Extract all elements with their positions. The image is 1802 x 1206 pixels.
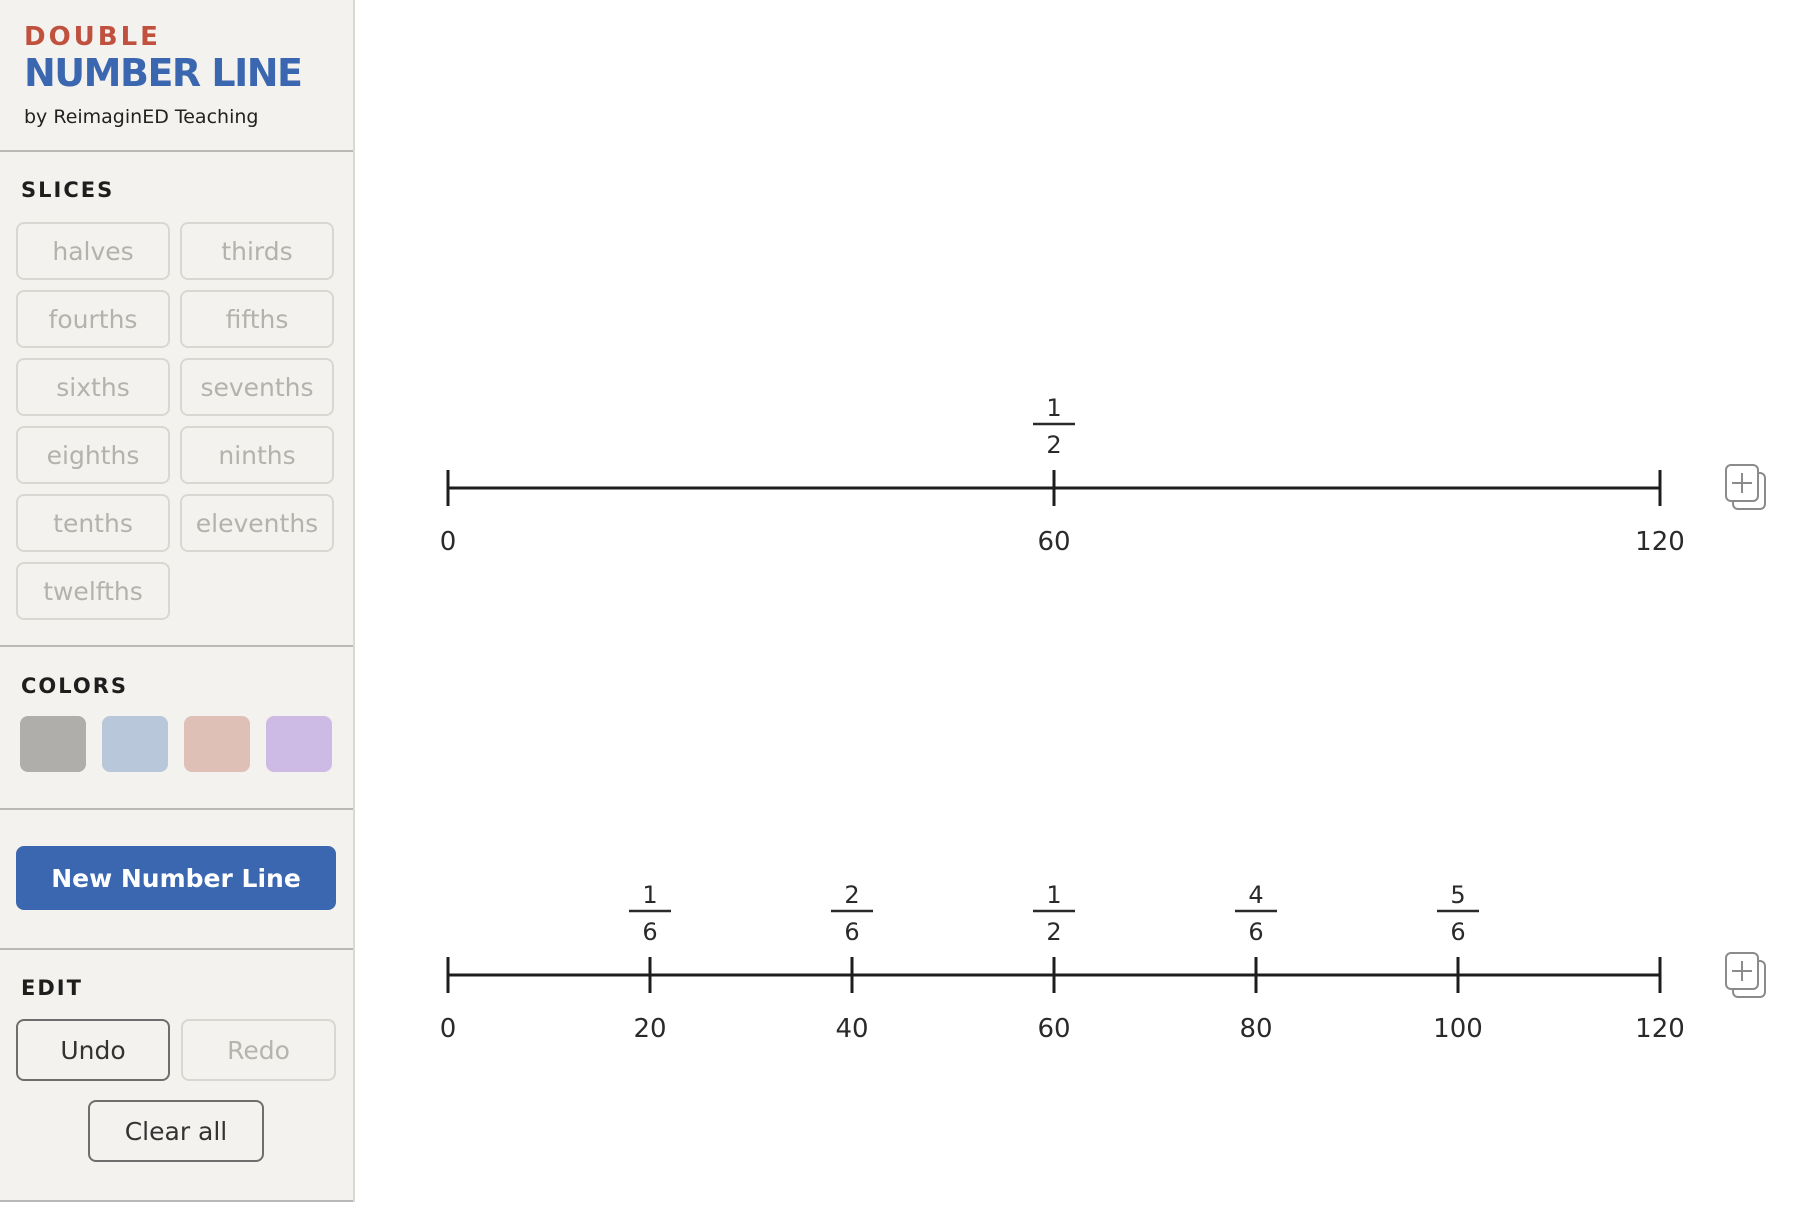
slice-elevenths-button[interactable]: elevenths: [180, 494, 334, 552]
fraction-numerator: 4: [1248, 881, 1263, 909]
tick-label: 0: [440, 1014, 457, 1044]
slice-twelfths-button[interactable]: twelfths: [16, 562, 170, 620]
fraction-denominator: 2: [1046, 918, 1061, 946]
fraction-numerator: 1: [642, 881, 657, 909]
duplicate-line-1-button[interactable]: [1725, 462, 1771, 514]
tick-label: 20: [633, 1014, 666, 1044]
slice-halves-button[interactable]: halves: [16, 222, 170, 280]
color-swatch-purple[interactable]: [266, 716, 332, 772]
colors-heading: COLORS: [21, 674, 129, 698]
clear-all-button[interactable]: Clear all: [88, 1100, 264, 1162]
slice-sixths-button[interactable]: sixths: [16, 358, 170, 416]
new-number-line-button[interactable]: New Number Line: [16, 846, 336, 910]
duplicate-plus-icon: [1725, 464, 1766, 510]
color-swatch-blue[interactable]: [102, 716, 168, 772]
brand-title-main: NUMBER LINE: [24, 51, 303, 95]
tick-label: 60: [1037, 527, 1070, 557]
color-swatch-gray[interactable]: [20, 716, 86, 772]
divider: [0, 808, 353, 810]
slice-ninths-button[interactable]: ninths: [180, 426, 334, 484]
workspace: 0 60 120 1 2 0 20 40 60 80 100 120 1 6 2 6 1 2 4 6 5 6: [355, 0, 1802, 1202]
divider: [0, 150, 353, 152]
fraction-numerator: 2: [844, 881, 859, 909]
brand-logo: DOUBLE NUMBER LINE by ReimaginED Teachin…: [24, 22, 303, 130]
fraction-denominator: 6: [1248, 918, 1263, 946]
tick-label: 120: [1635, 1014, 1685, 1044]
undo-button[interactable]: Undo: [16, 1019, 170, 1081]
tick-label: 40: [835, 1014, 868, 1044]
slices-heading: SLICES: [21, 178, 115, 202]
edit-heading: EDIT: [21, 976, 83, 1000]
tick-label: 120: [1635, 527, 1685, 557]
fraction-denominator: 6: [1450, 918, 1465, 946]
slice-tenths-button[interactable]: tenths: [16, 494, 170, 552]
slice-sevenths-button[interactable]: sevenths: [180, 358, 334, 416]
duplicate-line-2-button[interactable]: [1725, 950, 1771, 1002]
sidebar: DOUBLE NUMBER LINE by ReimaginED Teachin…: [0, 0, 355, 1202]
fraction-numerator: 5: [1450, 881, 1465, 909]
slice-eighths-button[interactable]: eighths: [16, 426, 170, 484]
number-lines-canvas: 0 60 120120 20 40 60 80 100 1201626124656: [440, 394, 1685, 1044]
slice-thirds-button[interactable]: thirds: [180, 222, 334, 280]
tick-label: 80: [1239, 1014, 1272, 1044]
slice-fourths-button[interactable]: fourths: [16, 290, 170, 348]
slice-fifths-button[interactable]: fifths: [180, 290, 334, 348]
fraction-denominator: 6: [844, 918, 859, 946]
brand-byline: by ReimaginED Teaching: [24, 106, 259, 128]
divider: [0, 948, 353, 950]
tick-label: 60: [1037, 1014, 1070, 1044]
duplicate-plus-icon: [1725, 952, 1766, 998]
tick-label: 0: [440, 527, 457, 557]
fraction-numerator: 1: [1046, 881, 1061, 909]
fraction-denominator: 2: [1046, 431, 1061, 459]
color-swatch-pink[interactable]: [184, 716, 250, 772]
divider: [0, 645, 353, 647]
brand-title-top: DOUBLE: [24, 22, 161, 52]
redo-button[interactable]: Redo: [181, 1019, 336, 1081]
fraction-denominator: 6: [642, 918, 657, 946]
tick-label: 100: [1433, 1014, 1483, 1044]
fraction-numerator: 1: [1046, 394, 1061, 422]
